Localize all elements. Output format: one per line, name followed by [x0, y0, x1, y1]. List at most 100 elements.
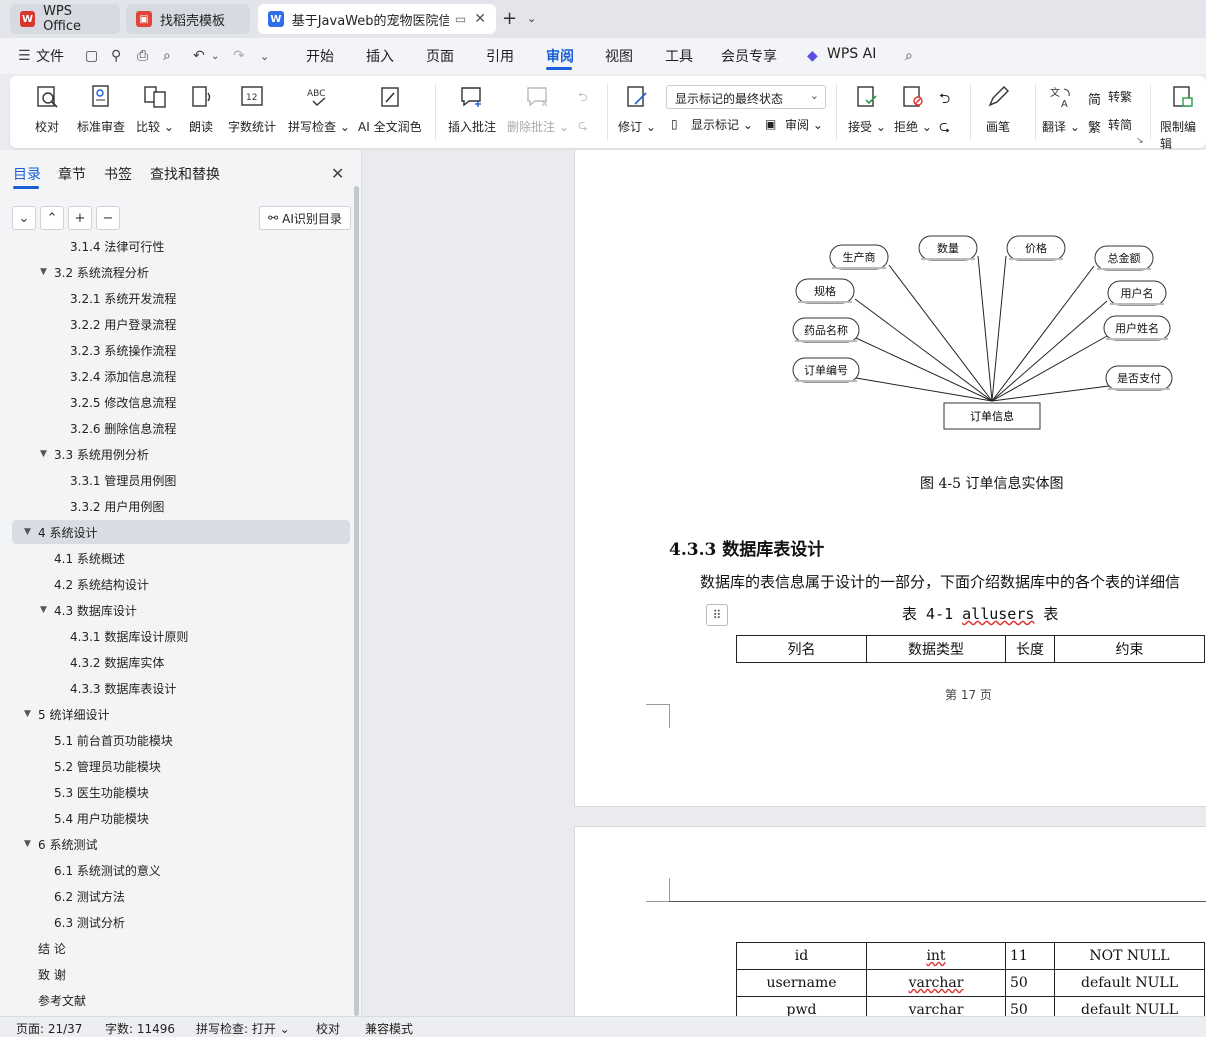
- toc-item[interactable]: 致 谢: [12, 962, 350, 986]
- menu-member[interactable]: 会员专享: [721, 46, 777, 66]
- tab-template[interactable]: ▣ 找稻壳模板: [126, 4, 250, 34]
- screen-icon[interactable]: ▭: [455, 12, 466, 26]
- print-icon[interactable]: ⎙: [137, 48, 148, 64]
- toc-item[interactable]: 4.3.3 数据库表设计: [12, 676, 350, 700]
- spell-check-button[interactable]: ABC 拼写检查 ⌄: [288, 80, 350, 135]
- hamburger-icon[interactable]: ☰: [18, 48, 31, 64]
- tab-wps-office[interactable]: W WPS Office: [10, 4, 120, 34]
- menu-home[interactable]: 开始: [306, 46, 334, 66]
- toc-item[interactable]: 3.2.4 添加信息流程: [12, 364, 350, 388]
- toc-item[interactable]: 4.3.1 数据库设计原则: [12, 624, 350, 648]
- toc-item[interactable]: 3.2.6 删除信息流程: [12, 416, 350, 440]
- toc-item[interactable]: 结 论: [12, 936, 350, 960]
- menu-review[interactable]: 审阅: [546, 46, 574, 66]
- reject-button[interactable]: 拒绝 ⌄: [894, 80, 932, 135]
- spell-check-status[interactable]: 拼写检查: 打开 ⌄: [196, 1020, 290, 1037]
- tab-find-replace[interactable]: 查找和替换: [150, 164, 220, 184]
- menu-view[interactable]: 视图: [605, 46, 633, 66]
- toc-item[interactable]: 4.2 系统结构设计: [12, 572, 350, 596]
- menu-insert[interactable]: 插入: [366, 46, 394, 66]
- ai-toc-button[interactable]: ⚯ AI识别目录: [259, 206, 351, 230]
- save-icon[interactable]: ▢: [85, 48, 98, 64]
- table-move-handle[interactable]: ⠿: [706, 604, 728, 626]
- toc-item[interactable]: 3.2.2 用户登录流程: [12, 312, 350, 336]
- add-heading-button[interactable]: +: [68, 206, 92, 230]
- print-preview-icon[interactable]: ⌕: [163, 48, 171, 64]
- toc-item[interactable]: ▼ 6 系统测试: [12, 832, 350, 856]
- toc-item[interactable]: 5.3 医生功能模块: [12, 780, 350, 804]
- to-simplified-button[interactable]: 繁 转简: [1088, 116, 1132, 136]
- caret-down-icon[interactable]: ▼: [24, 527, 31, 537]
- collapse-all-button[interactable]: ⌄: [12, 206, 36, 230]
- undo-icon[interactable]: ↶: [193, 48, 205, 64]
- delete-comment-button[interactable]: 删除批注 ⌄: [507, 80, 569, 135]
- nav-scrollbar[interactable]: [354, 186, 359, 1016]
- next-change-icon[interactable]: ⮎: [939, 116, 950, 140]
- standard-review-button[interactable]: 标准审查: [77, 80, 125, 135]
- toc-item[interactable]: 4.1 系统概述: [12, 546, 350, 570]
- toc-item[interactable]: 3.2.3 系统操作流程: [12, 338, 350, 362]
- menu-page[interactable]: 页面: [426, 46, 454, 66]
- caret-down-icon[interactable]: ▼: [24, 839, 31, 849]
- close-icon[interactable]: ✕: [331, 164, 344, 183]
- ai-polish-button[interactable]: AI 全文润色: [358, 80, 422, 135]
- caret-down-icon[interactable]: ▼: [24, 709, 31, 719]
- toc-item[interactable]: 参考文献: [12, 988, 350, 1012]
- page-indicator[interactable]: 页面: 21/37: [16, 1020, 82, 1037]
- menu-references[interactable]: 引用: [486, 46, 514, 66]
- toc-item[interactable]: 5.4 用户功能模块: [12, 806, 350, 830]
- toc-item[interactable]: 3.3.2 用户用例图: [12, 494, 350, 518]
- word-count[interactable]: 字数: 11496: [105, 1020, 175, 1037]
- toc-item[interactable]: 6.1 系统测试的意义: [12, 858, 350, 882]
- chevron-down-icon[interactable]: ⌄: [527, 12, 536, 25]
- pen-button[interactable]: 画笔: [985, 80, 1011, 135]
- toc-item[interactable]: 3.1.4 法律可行性: [12, 240, 350, 258]
- toc-item[interactable]: 3.2.5 修改信息流程: [12, 390, 350, 414]
- expand-up-button[interactable]: ⌃: [40, 206, 64, 230]
- proofread-button[interactable]: 校对: [34, 80, 60, 135]
- tab-document[interactable]: W 基于JavaWeb的宠物医院信息 ▭ ✕: [258, 4, 496, 34]
- translate-button[interactable]: 文A 翻译 ⌄: [1042, 80, 1080, 135]
- next-comment-icon[interactable]: ⮎: [578, 116, 588, 137]
- word-count-button[interactable]: 12 字数统计: [228, 80, 276, 135]
- toc-item[interactable]: 6.3 测试分析: [12, 910, 350, 934]
- prev-comment-icon[interactable]: ⮌: [578, 88, 588, 109]
- toc-item[interactable]: ▼ 3.3 系统用例分析: [12, 442, 350, 466]
- toc-item[interactable]: 6.2 测试方法: [12, 884, 350, 908]
- prev-change-icon[interactable]: ⮌: [939, 88, 950, 112]
- chevron-down-icon[interactable]: ⌄: [260, 50, 269, 63]
- read-aloud-button[interactable]: 朗读: [188, 80, 214, 135]
- toc-item[interactable]: ▼ 4.3 数据库设计: [12, 598, 350, 622]
- menu-wps-ai[interactable]: WPS AI: [827, 46, 876, 62]
- expand-ribbon-icon[interactable]: ↘: [1136, 136, 1144, 146]
- toc-item[interactable]: 5.2 管理员功能模块: [12, 754, 350, 778]
- toc-item[interactable]: 3.2.1 系统开发流程: [12, 286, 350, 310]
- insert-comment-button[interactable]: 插入批注: [448, 80, 496, 135]
- search-icon[interactable]: ⌕: [905, 48, 913, 64]
- tab-bookmarks[interactable]: 书签: [104, 164, 132, 184]
- toc-item[interactable]: ▼ 4 系统设计: [12, 520, 350, 544]
- review-pane-button[interactable]: ▣ 审阅 ⌄: [765, 116, 823, 133]
- toc-item[interactable]: ▼ 3.2 系统流程分析: [12, 260, 350, 284]
- caret-down-icon[interactable]: ▼: [40, 449, 47, 459]
- menu-file[interactable]: 文件: [36, 46, 64, 66]
- caret-down-icon[interactable]: ▼: [40, 605, 47, 615]
- toc-item[interactable]: 5.1 前台首页功能模块: [12, 728, 350, 752]
- accept-button[interactable]: 接受 ⌄: [848, 80, 886, 135]
- caret-down-icon[interactable]: ▼: [40, 267, 47, 277]
- restrict-edit-button[interactable]: 限制编辑: [1160, 80, 1206, 152]
- proofread-status[interactable]: 校对: [316, 1020, 340, 1037]
- toc-item[interactable]: ▼ 5 统详细设计: [12, 702, 350, 726]
- markup-mode-select[interactable]: 显示标记的最终状态 ⌄: [666, 85, 826, 109]
- to-traditional-button[interactable]: 简 转繁: [1088, 88, 1132, 108]
- new-tab-icon[interactable]: +: [502, 8, 517, 29]
- redo-icon[interactable]: ↷: [233, 48, 245, 64]
- compare-button[interactable]: 比较 ⌄: [136, 80, 174, 135]
- tab-chapters[interactable]: 章节: [58, 164, 86, 184]
- close-tab-icon[interactable]: ✕: [474, 11, 486, 27]
- chevron-down-icon[interactable]: ⌄: [211, 51, 219, 62]
- tab-toc[interactable]: 目录: [13, 164, 41, 184]
- menu-tools[interactable]: 工具: [665, 46, 693, 66]
- show-markup-button[interactable]: ▯ 显示标记 ⌄: [671, 116, 753, 133]
- toc-item[interactable]: 4.3.2 数据库实体: [12, 650, 350, 674]
